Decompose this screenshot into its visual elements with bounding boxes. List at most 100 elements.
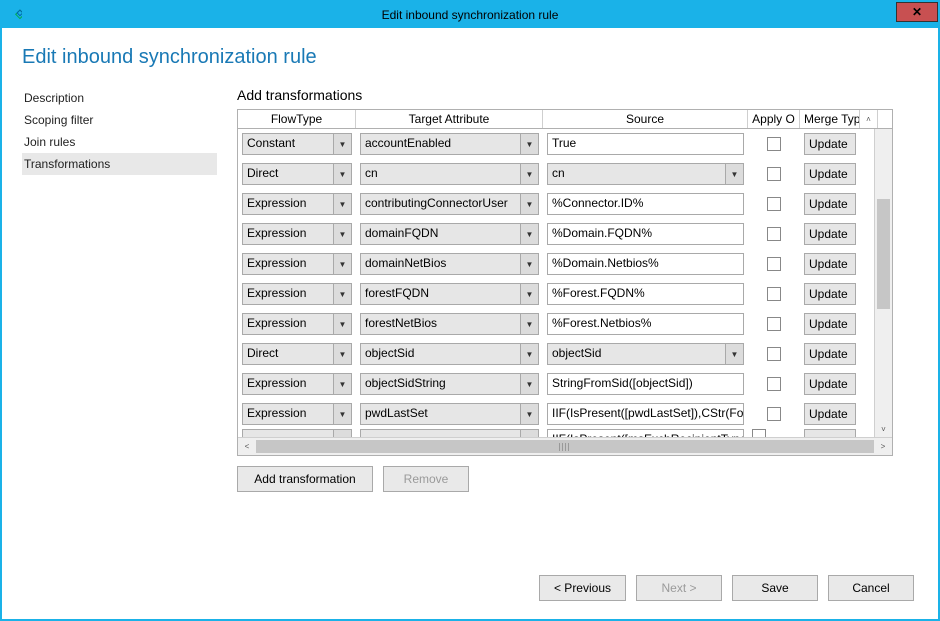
apply-once-checkbox[interactable] [767,257,781,271]
apply-once-checkbox[interactable] [767,347,781,361]
source-field[interactable]: IIF(IsPresent([pwdLastSet]),CStr(For [547,403,744,425]
merge-type-button[interactable]: Update [804,223,856,245]
apply-once-checkbox[interactable] [767,137,781,151]
next-button[interactable]: Next > [636,575,722,601]
scroll-down-icon[interactable]: ˅ [875,421,892,437]
source-field[interactable]: %Connector.ID% [547,193,744,215]
chevron-down-icon: ▼ [333,374,351,394]
merge-type-button[interactable]: Update [804,163,856,185]
target-combo[interactable]: domainFQDN▼ [360,223,539,245]
chevron-down-icon: ▼ [520,374,538,394]
flowtype-combo[interactable]: Expression▼ [242,403,352,425]
flowtype-combo[interactable]: Expression▼ [242,253,352,275]
table-row: ▼ ▼ IIF(IsPresent([msExchRecipientType [238,429,892,437]
column-header-target[interactable]: Target Attribute [356,110,543,128]
merge-type-button[interactable]: Update [804,313,856,335]
horizontal-scrollbar[interactable]: < > [238,437,892,455]
flowtype-combo[interactable]: Expression▼ [242,223,352,245]
scroll-thumb[interactable] [877,199,890,309]
previous-button[interactable]: < Previous [539,575,626,601]
merge-type-button[interactable]: Update [804,373,856,395]
merge-type-button[interactable]: Update [804,133,856,155]
apply-once-checkbox[interactable] [767,197,781,211]
source-field[interactable]: StringFromSid([objectSid]) [547,373,744,395]
flowtype-combo[interactable]: Constant▼ [242,133,352,155]
scroll-up-arrow[interactable]: ˄ [860,110,878,128]
target-combo[interactable]: objectSidString▼ [360,373,539,395]
hscroll-thumb[interactable] [256,440,874,453]
close-button[interactable]: ✕ [896,2,938,22]
chevron-down-icon: ▼ [333,430,351,437]
apply-once-checkbox[interactable] [767,407,781,421]
source-combo[interactable]: objectSid▼ [547,343,744,365]
add-transformation-button[interactable]: Add transformation [237,466,373,492]
apply-once-checkbox[interactable] [767,377,781,391]
merge-type-button[interactable]: Update [804,193,856,215]
target-combo[interactable]: forestFQDN▼ [360,283,539,305]
target-combo[interactable]: accountEnabled▼ [360,133,539,155]
apply-once-checkbox[interactable] [767,167,781,181]
merge-type-button[interactable]: Update [804,253,856,275]
chevron-down-icon: ▼ [333,164,351,184]
scroll-right-icon[interactable]: > [874,438,892,455]
flowtype-combo[interactable]: Direct▼ [242,163,352,185]
dialog-window: Edit inbound synchronization rule ✕ Edit… [0,0,940,621]
flowtype-combo[interactable]: Expression▼ [242,193,352,215]
chevron-down-icon: ▼ [520,224,538,244]
save-button[interactable]: Save [732,575,818,601]
target-combo[interactable]: ▼ [360,429,539,437]
vertical-scrollbar[interactable]: ˅ [874,129,892,437]
chevron-down-icon: ▼ [520,254,538,274]
source-field[interactable]: %Domain.Netbios% [547,253,744,275]
apply-once-checkbox[interactable] [752,429,766,437]
sidebar-item-transformations[interactable]: Transformations [22,153,217,175]
flowtype-combo[interactable]: ▼ [242,429,352,437]
merge-type-button[interactable]: Update [804,343,856,365]
flowtype-combo[interactable]: Expression▼ [242,313,352,335]
merge-type-button[interactable]: Update [804,403,856,425]
target-combo[interactable]: pwdLastSet▼ [360,403,539,425]
target-combo[interactable]: objectSid▼ [360,343,539,365]
source-field[interactable]: %Forest.FQDN% [547,283,744,305]
column-header-source[interactable]: Source [543,110,748,128]
flowtype-combo[interactable]: Direct▼ [242,343,352,365]
merge-type-button[interactable] [804,429,856,437]
column-header-apply-once[interactable]: Apply O [748,110,800,128]
sidebar-item-join-rules[interactable]: Join rules [22,131,217,153]
source-field[interactable]: True [547,133,744,155]
flowtype-combo[interactable]: Expression▼ [242,373,352,395]
chevron-down-icon: ▼ [520,164,538,184]
target-combo[interactable]: contributingConnectorUser▼ [360,193,539,215]
chevron-down-icon: ▼ [333,284,351,304]
column-header-flowtype[interactable]: FlowType [238,110,356,128]
remove-button[interactable]: Remove [383,466,469,492]
column-header-merge-type[interactable]: Merge Type [800,110,860,128]
chevron-down-icon: ▼ [333,344,351,364]
source-combo[interactable]: cn▼ [547,163,744,185]
sidebar-item-scoping-filter[interactable]: Scoping filter [22,109,217,131]
target-combo[interactable]: forestNetBios▼ [360,313,539,335]
content-area: Edit inbound synchronization rule Descri… [2,28,938,619]
scroll-up-icon [875,129,892,145]
cancel-button[interactable]: Cancel [828,575,914,601]
merge-type-button[interactable]: Update [804,283,856,305]
chevron-down-icon: ▼ [520,430,538,437]
target-combo[interactable]: cn▼ [360,163,539,185]
sidebar-item-description[interactable]: Description [22,87,217,109]
target-combo[interactable]: domainNetBios▼ [360,253,539,275]
source-field[interactable]: %Domain.FQDN% [547,223,744,245]
page-heading: Edit inbound synchronization rule [22,46,918,69]
apply-once-checkbox[interactable] [767,317,781,331]
apply-once-checkbox[interactable] [767,287,781,301]
chevron-down-icon: ▼ [333,314,351,334]
source-field[interactable]: %Forest.Netbios% [547,313,744,335]
flowtype-combo[interactable]: Expression▼ [242,283,352,305]
source-field[interactable]: IIF(IsPresent([msExchRecipientType [547,429,744,437]
apply-once-checkbox[interactable] [767,227,781,241]
scroll-left-icon[interactable]: < [238,438,256,455]
transformations-grid: FlowType Target Attribute Source Apply O… [237,109,893,456]
chevron-down-icon: ▼ [725,164,743,184]
chevron-down-icon: ▼ [520,284,538,304]
close-icon: ✕ [912,5,922,19]
chevron-down-icon: ▼ [333,134,351,154]
